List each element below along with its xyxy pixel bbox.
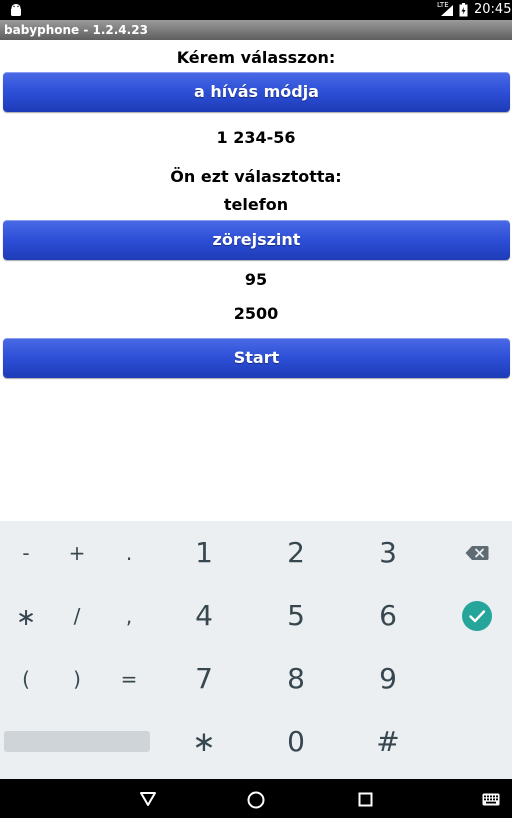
app-title: babyphone - 1.2.4.23 xyxy=(4,23,148,37)
duration-value: 2500 xyxy=(233,304,279,323)
back-triangle-icon[interactable] xyxy=(139,791,157,807)
key-5[interactable]: 5 xyxy=(251,599,341,632)
selected-label: Ön ezt választotta: xyxy=(170,167,342,186)
signal-strength-icon xyxy=(441,5,453,16)
key-8[interactable]: 8 xyxy=(251,662,341,695)
key-asterisk[interactable]: ∗ xyxy=(1,603,51,631)
key-minus[interactable]: - xyxy=(1,541,51,565)
key-period[interactable]: . xyxy=(104,541,154,565)
key-7[interactable]: 7 xyxy=(159,662,249,695)
key-plus[interactable]: + xyxy=(52,541,102,565)
key-2[interactable]: 2 xyxy=(251,536,341,569)
status-clock: 20:45 xyxy=(474,2,512,17)
backspace-icon[interactable] xyxy=(465,545,489,561)
home-circle-icon[interactable] xyxy=(247,791,265,809)
noise-level-value: 95 xyxy=(244,270,268,289)
key-1[interactable]: 1 xyxy=(159,536,249,569)
selected-mode-value: telefon xyxy=(223,195,289,214)
key-6[interactable]: 6 xyxy=(343,599,433,632)
keyboard-icon[interactable] xyxy=(482,793,500,806)
key-star[interactable]: ∗ xyxy=(159,725,249,758)
check-circle-icon[interactable] xyxy=(461,600,493,632)
key-comma[interactable]: , xyxy=(104,604,154,628)
prompt-label: Kérem válasszon: xyxy=(176,48,336,67)
space-key[interactable] xyxy=(4,731,150,752)
key-close-paren[interactable]: ) xyxy=(52,667,102,691)
key-slash[interactable]: / xyxy=(52,604,102,628)
key-9[interactable]: 9 xyxy=(343,662,433,695)
battery-icon xyxy=(459,3,468,17)
key-4[interactable]: 4 xyxy=(159,599,249,632)
key-hash[interactable]: # xyxy=(343,725,433,758)
recents-square-icon[interactable] xyxy=(358,792,373,807)
start-button[interactable]: Start xyxy=(3,338,510,378)
phone-number-value: 1 234-56 xyxy=(216,128,296,147)
key-3[interactable]: 3 xyxy=(343,536,433,569)
app-title-bar: babyphone - 1.2.4.23 xyxy=(0,20,512,40)
call-mode-button[interactable]: a hívás módja xyxy=(3,72,510,112)
key-equals[interactable]: = xyxy=(104,667,154,691)
key-open-paren[interactable]: ( xyxy=(1,667,51,691)
key-0[interactable]: 0 xyxy=(251,725,341,758)
status-bar: LTE 20:45 xyxy=(0,0,512,20)
noise-level-button[interactable]: zörejszint xyxy=(3,220,510,260)
android-notification-icon xyxy=(11,4,21,16)
